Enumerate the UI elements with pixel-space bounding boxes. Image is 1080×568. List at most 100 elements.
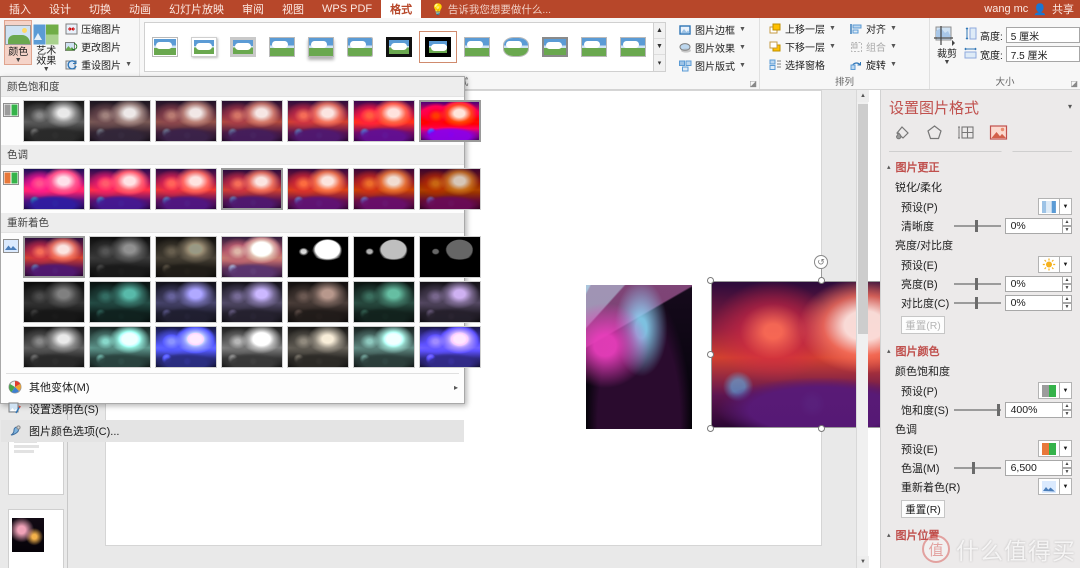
format-pane-menu-caret[interactable]: ▾: [1068, 97, 1072, 111]
picture-style-thumb-4[interactable]: [264, 32, 300, 62]
value-stepper-up[interactable]: ▲: [1061, 217, 1072, 226]
tab-effects[interactable]: [925, 123, 944, 142]
value-stepper-down[interactable]: ▼: [1061, 467, 1072, 476]
清晰度-slider[interactable]: [953, 219, 1001, 232]
tone-swatch-2[interactable]: [89, 168, 151, 210]
group-button[interactable]: 组合 ▼: [847, 38, 900, 55]
picture-style-thumb-5[interactable]: [303, 32, 339, 62]
tone-swatch-5[interactable]: [287, 168, 349, 210]
recolor-swatch-1[interactable]: [23, 236, 85, 278]
picture-style-thumb-8[interactable]: [419, 31, 457, 63]
tab-animations[interactable]: 动画: [120, 0, 160, 18]
gallery-more-button[interactable]: ▾: [654, 55, 665, 71]
tone-swatch-7[interactable]: [419, 168, 481, 210]
chevron-down-icon[interactable]: ▼: [1060, 478, 1072, 495]
saturation-swatch-1[interactable]: [23, 100, 85, 142]
value-stepper[interactable]: ▲ ▼: [1061, 401, 1072, 418]
slider-knob[interactable]: [996, 403, 1000, 416]
preset-dropdown[interactable]: ▼: [1038, 478, 1072, 495]
picture-styles-dialog-launcher[interactable]: ◪: [749, 79, 757, 88]
value-stepper[interactable]: ▲ ▼: [1061, 275, 1072, 292]
sharpen-preset-icon[interactable]: [1038, 198, 1060, 215]
color-dropdown-menu[interactable]: 颜色饱和度 色调 重新着色 其他变体(M) ▸ 设置透明色(S) 图片颜色选项(…: [0, 76, 481, 442]
more-variants-menu-item[interactable]: 其他变体(M) ▸: [1, 376, 464, 398]
value-stepper-down[interactable]: ▼: [1061, 283, 1072, 292]
tell-me-box[interactable]: 💡 告诉我您想要做什么...: [421, 0, 551, 18]
reset-button[interactable]: 重置(R): [901, 500, 945, 518]
tab-fill-line[interactable]: [893, 123, 912, 142]
picture-color-options-menu-item[interactable]: 图片颜色选项(C)...: [1, 420, 464, 442]
tone-swatch-rows[interactable]: [23, 168, 481, 210]
handle-middle-left[interactable]: [707, 351, 714, 358]
compress-picture-button[interactable]: 压缩图片: [62, 20, 135, 37]
saturation-swatch-3[interactable]: [155, 100, 217, 142]
value-stepper-down[interactable]: ▼: [1061, 225, 1072, 234]
tab-format[interactable]: 格式: [381, 0, 422, 18]
canvas-vertical-scrollbar[interactable]: ▲ ▼: [856, 90, 869, 568]
tab-slideshow[interactable]: 幻灯片放映: [160, 0, 233, 18]
picture-styles-gallery[interactable]: [144, 22, 654, 72]
section-collapse-icon[interactable]: ▴: [887, 531, 891, 539]
picture-style-thumb-6[interactable]: [342, 32, 378, 62]
send-backward-button[interactable]: 下移一层 ▼: [766, 38, 839, 55]
concert-stage-lights-picture[interactable]: [586, 285, 692, 429]
对比度-slider[interactable]: [953, 296, 1001, 309]
picture-style-thumb-1[interactable]: [147, 32, 183, 62]
crop-button[interactable]: 裁剪 ▼: [934, 23, 960, 66]
recolor-swatch-8[interactable]: [23, 281, 85, 323]
recolor-swatch-10[interactable]: [155, 281, 217, 323]
picture-style-thumb-7[interactable]: [381, 32, 417, 62]
value-input[interactable]: 6,500: [1004, 459, 1063, 476]
picture-style-thumb-2[interactable]: [186, 32, 222, 62]
recolor-swatch-21[interactable]: [419, 326, 481, 368]
picture-border-button[interactable]: 图片边框 ▼: [676, 21, 749, 38]
value-stepper-up[interactable]: ▲: [1061, 275, 1072, 284]
tab-transitions[interactable]: 切换: [80, 0, 120, 18]
recolor-swatch-3[interactable]: [155, 236, 217, 278]
tone-swatch-4[interactable]: [221, 168, 283, 210]
tone-swatch-1[interactable]: [23, 168, 85, 210]
selection-pane-button[interactable]: 选择窗格: [766, 56, 839, 73]
scroll-up-arrow[interactable]: ▲: [857, 90, 869, 102]
value-stepper-up[interactable]: ▲: [1061, 401, 1072, 410]
tab-view[interactable]: 视图: [273, 0, 313, 18]
picture-effects-button[interactable]: 图片效果 ▼: [676, 39, 749, 56]
recolor-swatch-18[interactable]: [221, 326, 283, 368]
tab-review[interactable]: 审阅: [233, 0, 273, 18]
section-header-0[interactable]: ▴ 图片更正: [881, 156, 1080, 177]
picture-style-thumb-9[interactable]: [459, 32, 495, 62]
handle-bottom-center[interactable]: [818, 425, 825, 432]
chevron-down-icon[interactable]: ▼: [1060, 440, 1072, 457]
recolor-swatch-6[interactable]: [353, 236, 415, 278]
handle-bottom-left[interactable]: [707, 425, 714, 432]
recolor-swatch-2[interactable]: [89, 236, 151, 278]
value-stepper-up[interactable]: ▲: [1061, 294, 1072, 303]
picture-style-thumb-13[interactable]: [615, 32, 651, 62]
rotate-handle-icon[interactable]: ↺: [814, 255, 828, 269]
gallery-scroll-up-button[interactable]: ▲: [654, 23, 665, 39]
color-button[interactable]: 颜色 ▼: [4, 20, 33, 65]
recolor-swatch-20[interactable]: [353, 326, 415, 368]
recolor-swatch-19[interactable]: [287, 326, 349, 368]
preset-dropdown[interactable]: ▼: [1038, 382, 1072, 399]
recolor-swatch-16[interactable]: [89, 326, 151, 368]
recolor-swatch-13[interactable]: [353, 281, 415, 323]
slider-knob[interactable]: [972, 461, 976, 474]
bring-forward-button[interactable]: 上移一层 ▼: [766, 20, 839, 37]
preset-dropdown[interactable]: ▼: [1038, 440, 1072, 457]
scroll-thumb[interactable]: [858, 104, 868, 334]
set-transparent-color-menu-item[interactable]: 设置透明色(S): [1, 398, 464, 420]
recolor-swatch-15[interactable]: [23, 326, 85, 368]
tab-design[interactable]: 设计: [40, 0, 80, 18]
value-stepper-up[interactable]: ▲: [1061, 459, 1072, 468]
picture-layout-button[interactable]: 图片版式 ▼: [676, 57, 749, 74]
recolor-preset-icon[interactable]: [1038, 478, 1060, 495]
saturation-preset-icon[interactable]: [1038, 382, 1060, 399]
section-collapse-icon[interactable]: ▴: [887, 163, 891, 171]
saturation-swatch-7[interactable]: [419, 100, 481, 142]
artistic-effects-button[interactable]: 艺术效果 ▼: [32, 20, 60, 73]
tab-size-properties[interactable]: [957, 123, 976, 142]
tone-swatch-6[interactable]: [353, 168, 415, 210]
picture-styles-scroll[interactable]: ▲ ▼ ▾: [654, 22, 666, 72]
recolor-swatch-4[interactable]: [221, 236, 283, 278]
